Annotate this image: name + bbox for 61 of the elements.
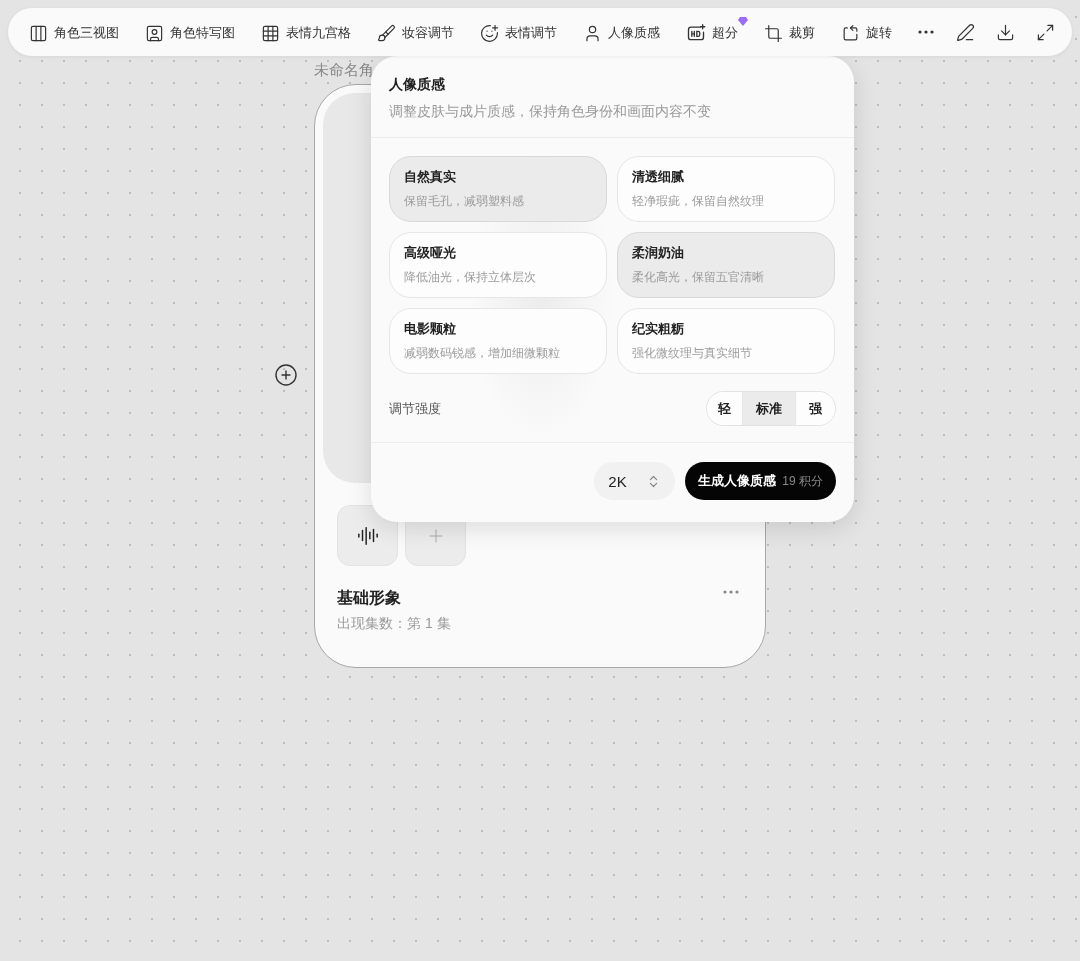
more-button[interactable] (918, 30, 934, 34)
toolbar-button[interactable]: 表情调节 (480, 17, 567, 47)
crop-icon (764, 23, 783, 43)
expand-icon (1036, 22, 1055, 42)
toolbar-button[interactable]: 妆容调节 (377, 17, 464, 47)
smile-plus-icon (480, 23, 499, 43)
card-title: 基础形象 (337, 588, 401, 608)
generate-button[interactable]: 生成人像质感 19 积分 (685, 462, 836, 500)
add-button[interactable] (274, 363, 298, 387)
user-icon (583, 23, 602, 43)
toolbar-button[interactable]: 人像质感 (583, 17, 670, 47)
option-title: 自然真实 (404, 168, 457, 186)
toolbar-button[interactable]: 角色特写图 (145, 17, 245, 47)
expand-button[interactable] (1036, 22, 1055, 42)
add-icon (274, 363, 298, 387)
grid-icon (261, 23, 280, 43)
brush-icon (377, 23, 396, 43)
more-icon (723, 590, 739, 594)
intensity-label: 调节强度 (389, 399, 441, 418)
intensity-option[interactable]: 强 (795, 392, 835, 425)
portrait-icon (145, 23, 164, 43)
character-name: 未命名角 (314, 61, 374, 80)
style-option[interactable]: 电影颗粒 减弱数码锐感，增加细微颗粒 (389, 308, 607, 374)
download-icon (996, 22, 1015, 42)
voice-tile[interactable] (337, 505, 398, 566)
option-description: 轻净瑕疵，保留自然纹理 (632, 193, 765, 210)
option-description: 减弱数码锐感，增加细微颗粒 (404, 345, 561, 362)
toolbar-button[interactable]: 表情九宫格 (261, 17, 361, 47)
option-description: 强化微纹理与真实细节 (632, 345, 753, 362)
option-description: 降低油光，保持立体层次 (404, 269, 537, 286)
resolution-select[interactable]: 2K (594, 462, 676, 500)
toolbar-button[interactable]: 角色三视图 (29, 17, 129, 47)
diamond-icon (738, 17, 748, 26)
option-title: 高级哑光 (404, 244, 457, 262)
toolbar-button[interactable]: 裁剪 (764, 17, 825, 47)
option-description: 保留毛孔，减弱塑料感 (404, 193, 525, 210)
panel-title: 人像质感 (389, 76, 446, 94)
edit-button[interactable] (956, 22, 975, 42)
option-title: 清透细腻 (632, 168, 685, 186)
waveform-icon (356, 524, 379, 547)
toolbar-button[interactable]: 超分 (686, 17, 748, 47)
style-option[interactable]: 清透细腻 轻净瑕疵，保留自然纹理 (617, 156, 835, 222)
intensity-option[interactable]: 标准 (742, 392, 795, 425)
toolbar-button[interactable]: 旋转 (841, 17, 902, 47)
card-subtitle: 出现集数：第 1 集 (337, 615, 451, 633)
credit-cost: 19 积分 (782, 472, 823, 490)
style-option[interactable]: 高级哑光 降低油光，保持立体层次 (389, 232, 607, 298)
hd-icon (686, 23, 706, 43)
rotate-icon (841, 23, 860, 43)
pen-icon (956, 22, 975, 42)
style-option[interactable]: 柔润奶油 柔化高光，保留五官清晰 (617, 232, 835, 298)
panel-description: 调整皮肤与成片质感，保持角色身份和画面内容不变 (389, 103, 712, 121)
option-title: 纪实粗粝 (632, 320, 685, 338)
more-icon (918, 30, 934, 34)
option-title: 柔润奶油 (632, 244, 685, 262)
style-option[interactable]: 纪实粗粝 强化微纹理与真实细节 (617, 308, 835, 374)
download-button[interactable] (996, 22, 1015, 42)
columns-icon (29, 23, 48, 43)
style-option[interactable]: 自然真实 保留毛孔，减弱塑料感 (389, 156, 607, 222)
option-title: 电影颗粒 (404, 320, 457, 338)
option-description: 柔化高光，保留五官清晰 (632, 269, 765, 286)
